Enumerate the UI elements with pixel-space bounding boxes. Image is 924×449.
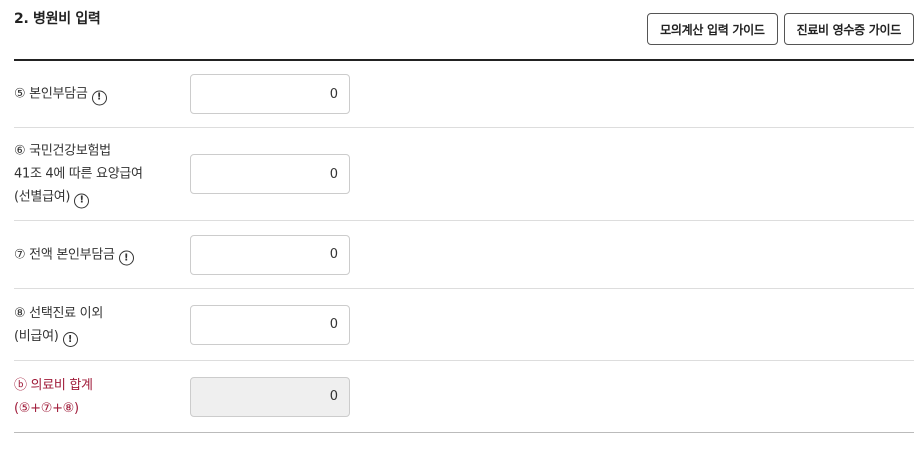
self-pay-label-text: ⑤ 본인부담금 bbox=[14, 86, 88, 102]
full-self-pay-label-text: ⑦ 전액 본인부담금 bbox=[14, 247, 115, 262]
calc-input-guide-button[interactable]: 모의계산 입력 가이드 bbox=[647, 13, 778, 45]
full-self-pay-label: ⑦ 전액 본인부담금! bbox=[14, 243, 184, 266]
info-icon[interactable]: ! bbox=[118, 250, 134, 266]
medical-total-label: ⓑ 의료비 합계 (⑤+⑦+⑧) bbox=[14, 374, 184, 420]
form-row-selective-benefit: ⑥ 국민건강보험법 41조 4에 따른 요양급여 (선별급여)! bbox=[14, 128, 914, 221]
info-icon[interactable]: ! bbox=[91, 90, 107, 105]
guide-button-group: 모의계산 입력 가이드 진료비 영수증 가이드 bbox=[647, 13, 914, 45]
self-pay-label: ⑤ 본인부담금! bbox=[14, 83, 184, 106]
medical-total-input bbox=[190, 376, 350, 417]
form-row-medical-total: ⓑ 의료비 합계 (⑤+⑦+⑧) bbox=[14, 361, 914, 433]
selective-benefit-label-line-1: ⑥ 국민건강보험법 bbox=[14, 143, 111, 159]
full-self-pay-input[interactable] bbox=[190, 234, 350, 275]
form-row-full-self-pay: ⑦ 전액 본인부담금! bbox=[14, 221, 914, 289]
hospital-cost-form: ⑤ 본인부담금! ⑥ 국민건강보험법 41조 4에 따른 요양급여 (선별급여)… bbox=[14, 61, 914, 433]
receipt-guide-button[interactable]: 진료비 영수증 가이드 bbox=[783, 13, 914, 45]
non-covered-label-line-2: (비급여) bbox=[14, 328, 59, 344]
selective-benefit-label-line-3: (선별급여) bbox=[14, 189, 71, 205]
info-icon[interactable]: ! bbox=[62, 332, 78, 347]
non-covered-label: ⑧ 선택진료 이외 (비급여)! bbox=[14, 302, 184, 348]
non-covered-label-line-1: ⑧ 선택진료 이외 bbox=[14, 305, 103, 321]
selective-benefit-label-line-2: 41조 4에 따른 요양급여 bbox=[14, 166, 143, 182]
section-title: 2. 병원비 입력 bbox=[14, 11, 101, 27]
selective-benefit-label: ⑥ 국민건강보험법 41조 4에 따른 요양급여 (선별급여)! bbox=[14, 140, 184, 209]
non-covered-input[interactable] bbox=[190, 304, 350, 345]
self-pay-input[interactable] bbox=[190, 74, 350, 114]
section-header: 2. 병원비 입력 모의계산 입력 가이드 진료비 영수증 가이드 bbox=[0, 0, 924, 60]
selective-benefit-input[interactable] bbox=[190, 154, 350, 194]
medical-total-label-line-2: (⑤+⑦+⑧) bbox=[14, 400, 79, 416]
medical-total-label-line-1: ⓑ 의료비 합계 bbox=[14, 377, 93, 393]
form-row-non-covered: ⑧ 선택진료 이외 (비급여)! bbox=[14, 289, 914, 361]
form-row-self-pay: ⑤ 본인부담금! bbox=[14, 61, 914, 128]
info-icon[interactable]: ! bbox=[74, 193, 90, 208]
